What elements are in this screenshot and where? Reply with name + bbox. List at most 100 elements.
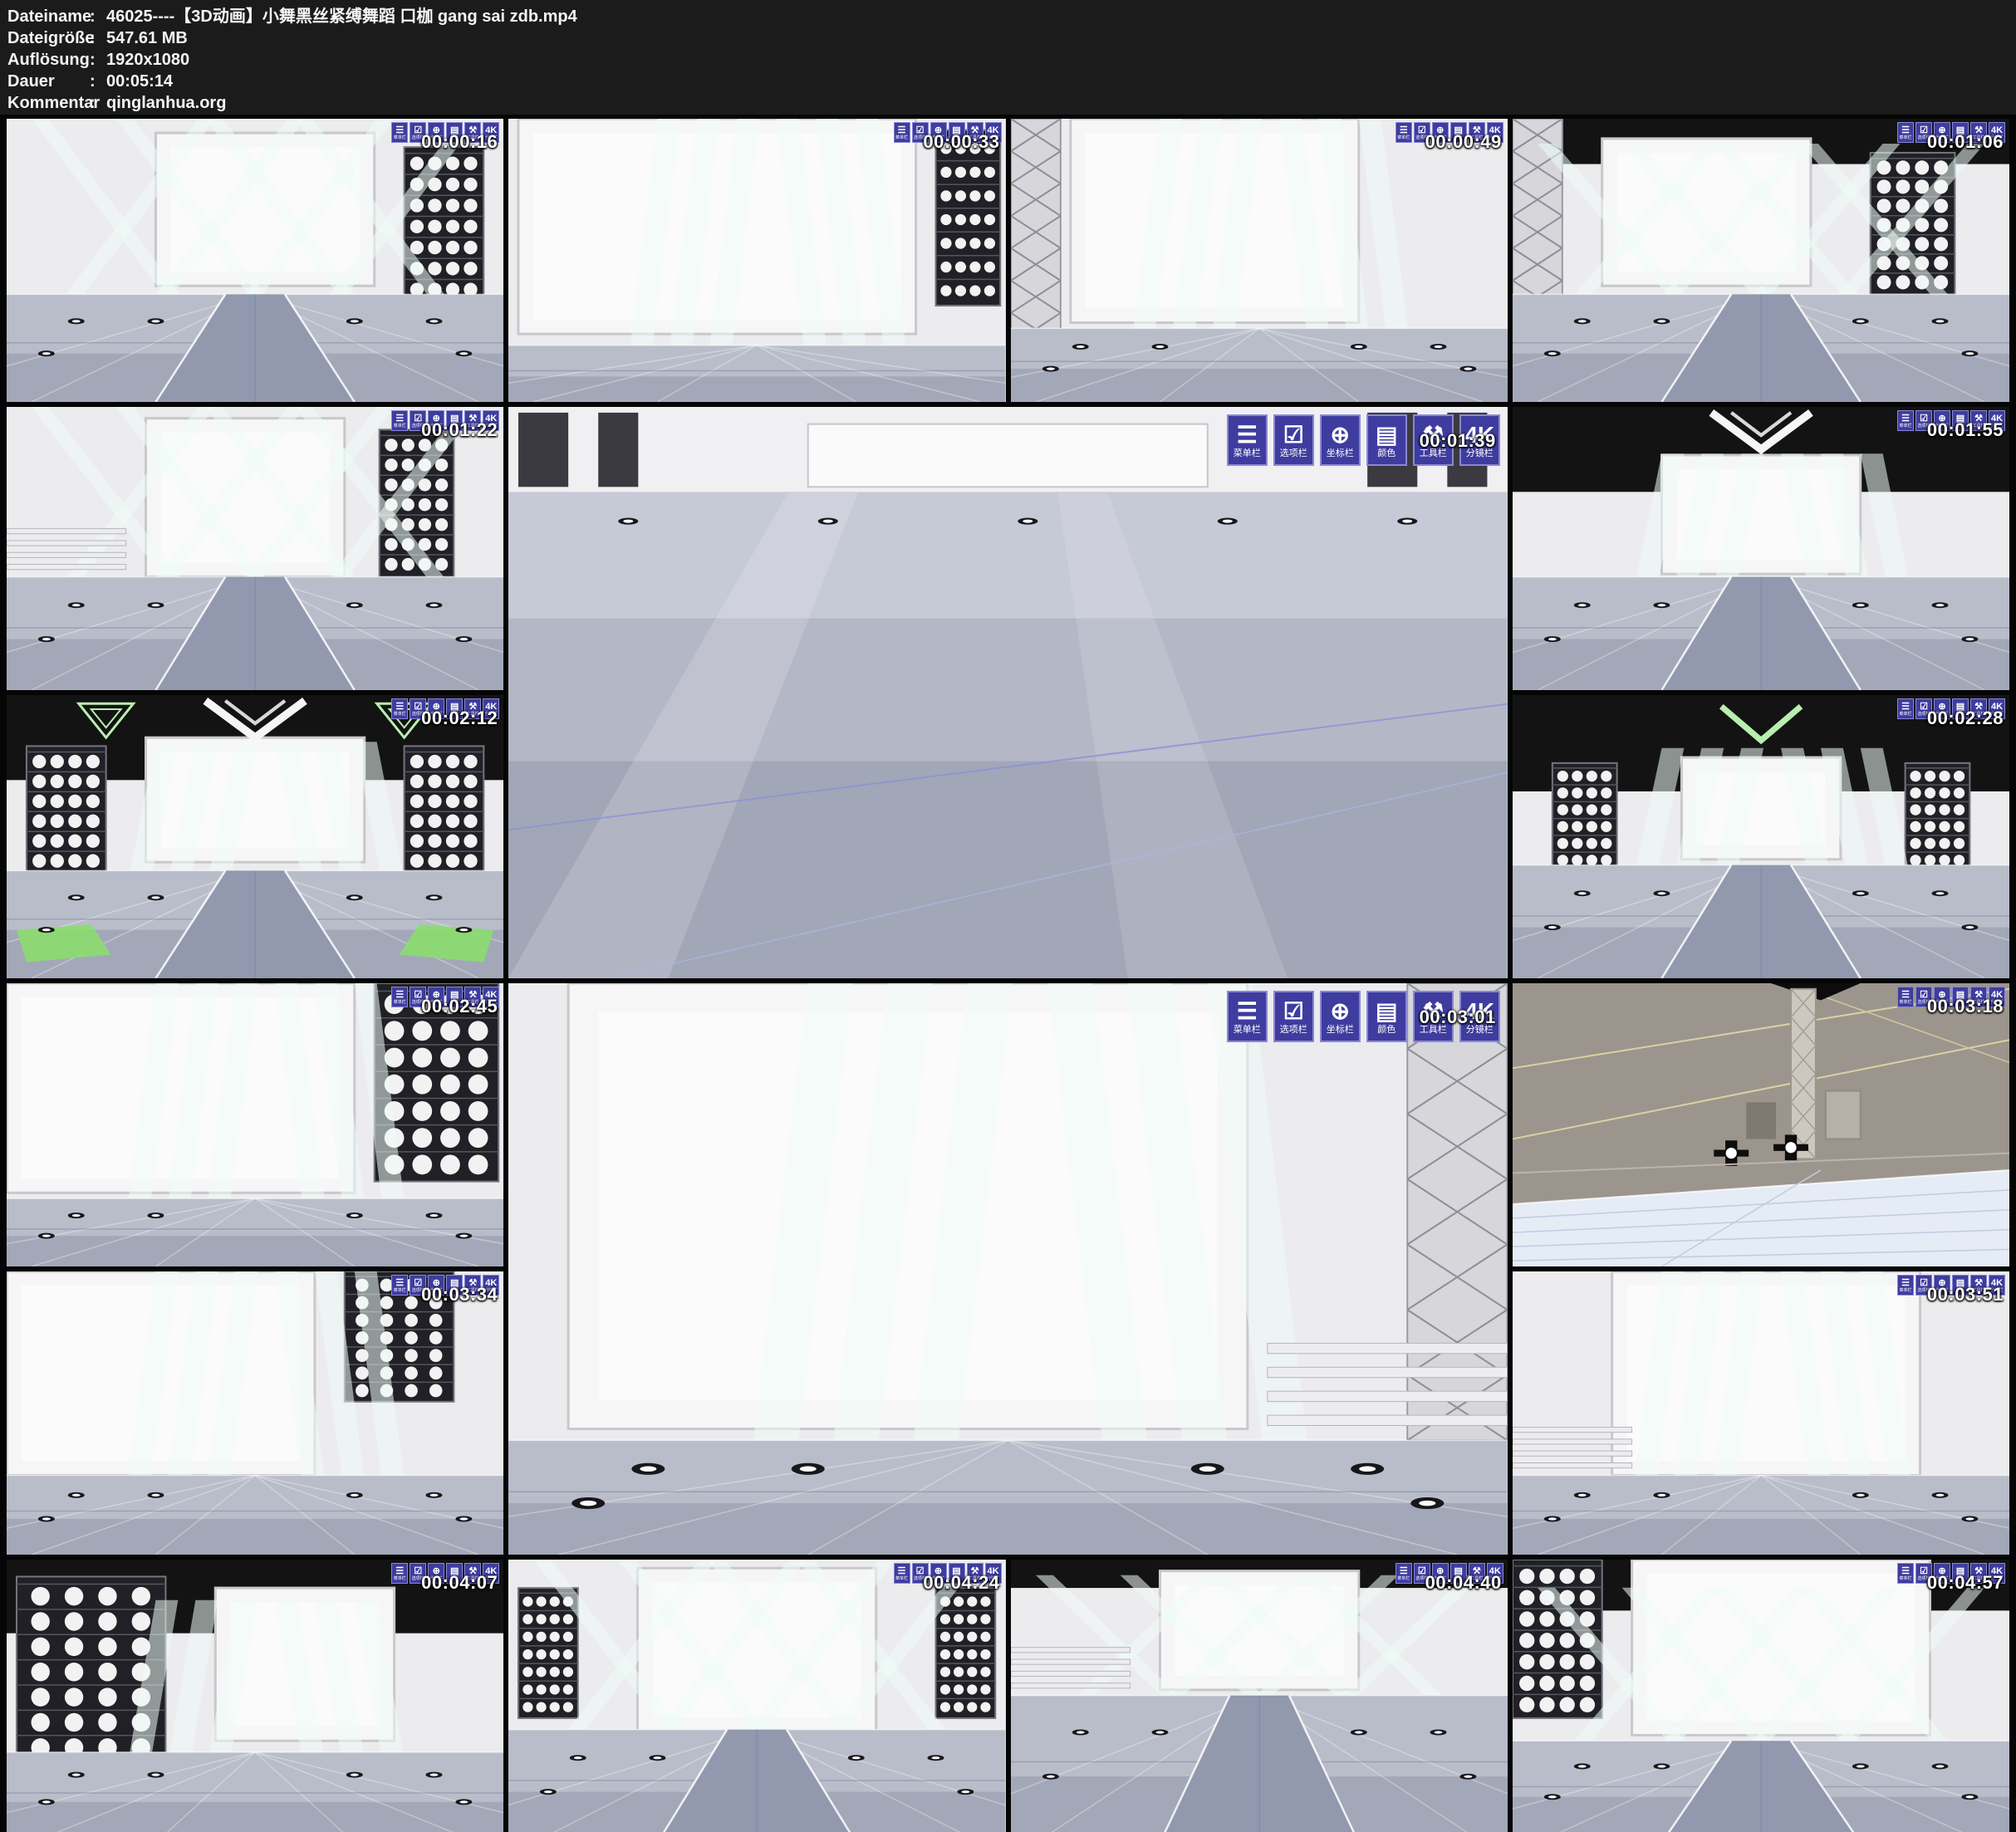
meta-label: Kommentar xyxy=(7,92,90,114)
video-thumbnail-tile-11: ☰ 菜单栏 ☑ 选项栏 ⊕ 坐标栏 ▤ 颜色 ⚒ 工具栏 4K 分镜栏 00:0… xyxy=(508,983,1508,1555)
video-thumbnail-tile-2: ☰ 菜单栏 ☑ 选项栏 ⊕ 坐标栏 ▤ 颜色 ⚒ 工具栏 4K 分镜栏 00:0… xyxy=(508,119,1005,402)
menu-bar-icon: ☰ 菜单栏 xyxy=(894,1563,910,1584)
menu-bar-icon: ☰ 菜单栏 xyxy=(1897,698,1914,719)
meta-colon: : xyxy=(90,71,106,92)
frame-timestamp: 00:04:57 xyxy=(1927,1572,2004,1594)
meta-label: Dateigröße xyxy=(7,27,90,49)
frame-timestamp: 00:01:55 xyxy=(1927,419,2004,441)
menu-bar-icon: ☰ 菜单栏 xyxy=(894,122,910,143)
video-thumbnail-tile-10: ☰ 菜单栏 ☑ 选项栏 ⊕ 坐标栏 ▤ 颜色 ⚒ 工具栏 4K 分镜栏 00:0… xyxy=(7,983,503,1266)
menu-bar-icon: ☰ 菜单栏 xyxy=(1227,414,1268,466)
coordinates-bar-icon: ⊕ 坐标栏 xyxy=(1320,991,1361,1042)
stage-scene-image xyxy=(508,119,1005,402)
meta-value: 00:05:14 xyxy=(106,71,173,92)
video-thumbnail-tile-16: ☰ 菜单栏 ☑ 选项栏 ⊕ 坐标栏 ▤ 颜色 ⚒ 工具栏 4K 分镜栏 00:0… xyxy=(508,1560,1005,1832)
frame-timestamp: 00:04:40 xyxy=(1425,1572,1502,1594)
frame-timestamp: 00:01:06 xyxy=(1927,131,2004,153)
file-metadata-header: Dateiname : 46025----【3D动画】小舞黑丝紧缚舞蹈 口枷 g… xyxy=(0,0,2016,115)
video-thumbnail-tile-14: ☰ 菜单栏 ☑ 选项栏 ⊕ 坐标栏 ▤ 颜色 ⚒ 工具栏 4K 分镜栏 00:0… xyxy=(1513,1271,2009,1555)
meta-label: Auflösung xyxy=(7,49,90,71)
frame-timestamp: 00:00:49 xyxy=(1425,131,1502,153)
menu-bar-icon: ☰ 菜单栏 xyxy=(391,410,408,431)
frame-timestamp: 00:04:24 xyxy=(923,1572,999,1594)
stage-scene-image xyxy=(1513,1560,2009,1832)
meta-colon: : xyxy=(90,27,106,49)
video-thumbnail-tile-8: ☰ 菜单栏 ☑ 选项栏 ⊕ 坐标栏 ▤ 颜色 ⚒ 工具栏 4K 分镜栏 00:0… xyxy=(7,695,503,978)
menu-bar-icon: ☰ 菜单栏 xyxy=(391,1563,408,1584)
color-icon: ▤ 颜色 xyxy=(1366,991,1407,1042)
menu-bar-icon: ☰ 菜单栏 xyxy=(1396,1563,1412,1584)
menu-bar-icon: ☰ 菜单栏 xyxy=(391,698,408,719)
video-thumbnail-tile-6: ☰ 菜单栏 ☑ 选项栏 ⊕ 坐标栏 ▤ 颜色 ⚒ 工具栏 4K 分镜栏 00:0… xyxy=(508,407,1508,978)
frame-timestamp: 00:03:18 xyxy=(1927,996,2004,1017)
frame-timestamp: 00:00:16 xyxy=(421,131,498,153)
options-bar-icon: ☑ 选项栏 xyxy=(1273,991,1314,1042)
stage-scene-image xyxy=(508,1560,1005,1832)
meta-row: Kommentar : qinglanhua.org xyxy=(7,92,2016,114)
frame-timestamp: 00:00:33 xyxy=(923,131,999,153)
video-thumbnail-tile-18: ☰ 菜单栏 ☑ 选项栏 ⊕ 坐标栏 ▤ 颜色 ⚒ 工具栏 4K 分镜栏 00:0… xyxy=(1513,1560,2009,1832)
menu-bar-icon: ☰ 菜单栏 xyxy=(1897,410,1914,431)
menu-bar-icon: ☰ 菜单栏 xyxy=(1897,122,1914,143)
video-thumbnail-tile-13: ☰ 菜单栏 ☑ 选项栏 ⊕ 坐标栏 ▤ 颜色 ⚒ 工具栏 4K 分镜栏 00:0… xyxy=(7,1271,503,1555)
meta-label: Dateiname xyxy=(7,6,90,27)
stage-scene-image xyxy=(1513,983,2009,1266)
frame-timestamp: 00:04:07 xyxy=(421,1572,498,1594)
video-thumbnail-tile-1: ☰ 菜单栏 ☑ 选项栏 ⊕ 坐标栏 ▤ 颜色 ⚒ 工具栏 4K 分镜栏 00:0… xyxy=(7,119,503,402)
coordinates-bar-icon: ⊕ 坐标栏 xyxy=(1320,414,1361,466)
video-thumbnail-tile-3: ☰ 菜单栏 ☑ 选项栏 ⊕ 坐标栏 ▤ 颜色 ⚒ 工具栏 4K 分镜栏 00:0… xyxy=(1011,119,1508,402)
frame-timestamp: 00:02:12 xyxy=(421,708,498,729)
meta-label: Dauer xyxy=(7,71,90,92)
thumbnail-grid: ☰ 菜单栏 ☑ 选项栏 ⊕ 坐标栏 ▤ 颜色 ⚒ 工具栏 4K 分镜栏 00:0… xyxy=(7,119,2009,1832)
frame-timestamp: 00:03:51 xyxy=(1927,1284,2004,1305)
options-bar-icon: ☑ 选项栏 xyxy=(1273,414,1314,466)
menu-bar-icon: ☰ 菜单栏 xyxy=(391,1275,408,1296)
video-thumbnail-tile-9: ☰ 菜单栏 ☑ 选项栏 ⊕ 坐标栏 ▤ 颜色 ⚒ 工具栏 4K 分镜栏 00:0… xyxy=(1513,695,2009,978)
menu-bar-icon: ☰ 菜单栏 xyxy=(391,122,408,143)
menu-bar-icon: ☰ 菜单栏 xyxy=(1396,122,1412,143)
color-icon: ▤ 颜色 xyxy=(1366,414,1407,466)
meta-row: Dauer : 00:05:14 xyxy=(7,71,2016,92)
stage-scene-image xyxy=(1011,1560,1508,1832)
stage-scene-image xyxy=(1513,119,2009,402)
meta-value: 1920x1080 xyxy=(106,49,189,71)
stage-scene-image xyxy=(1011,119,1508,402)
meta-colon: : xyxy=(90,49,106,71)
frame-timestamp: 00:01:22 xyxy=(421,419,498,441)
meta-row: Auflösung : 1920x1080 xyxy=(7,49,2016,71)
stage-scene-image xyxy=(1513,1271,2009,1555)
meta-value: qinglanhua.org xyxy=(106,92,226,114)
frame-timestamp: 00:02:28 xyxy=(1927,708,2004,729)
frame-timestamp: 00:03:34 xyxy=(421,1284,498,1305)
menu-bar-icon: ☰ 菜单栏 xyxy=(1897,1563,1914,1584)
stage-scene-image xyxy=(7,119,503,402)
menu-bar-icon: ☰ 菜单栏 xyxy=(1227,991,1268,1042)
frame-timestamp: 00:02:45 xyxy=(421,996,498,1017)
video-contact-sheet: Dateiname : 46025----【3D动画】小舞黑丝紧缚舞蹈 口枷 g… xyxy=(0,0,2016,1832)
menu-bar-icon: ☰ 菜单栏 xyxy=(1897,987,1914,1007)
stage-scene-image xyxy=(7,407,503,690)
frame-timestamp: 00:03:01 xyxy=(1420,1007,1496,1028)
video-thumbnail-tile-12: ☰ 菜单栏 ☑ 选项栏 ⊕ 坐标栏 ▤ 颜色 ⚒ 工具栏 4K 分镜栏 00:0… xyxy=(1513,983,2009,1266)
video-thumbnail-tile-15: ☰ 菜单栏 ☑ 选项栏 ⊕ 坐标栏 ▤ 颜色 ⚒ 工具栏 4K 分镜栏 00:0… xyxy=(7,1560,503,1832)
menu-bar-icon: ☰ 菜单栏 xyxy=(1897,1275,1914,1296)
stage-scene-image xyxy=(7,1271,503,1555)
meta-colon: : xyxy=(90,6,106,27)
stage-scene-image xyxy=(1513,695,2009,978)
video-thumbnail-tile-4: ☰ 菜单栏 ☑ 选项栏 ⊕ 坐标栏 ▤ 颜色 ⚒ 工具栏 4K 分镜栏 00:0… xyxy=(1513,119,2009,402)
frame-timestamp: 00:01:39 xyxy=(1420,430,1496,452)
stage-scene-image xyxy=(508,983,1508,1555)
menu-bar-icon: ☰ 菜单栏 xyxy=(391,987,408,1007)
meta-value: 46025----【3D动画】小舞黑丝紧缚舞蹈 口枷 gang sai zdb.… xyxy=(106,6,577,27)
video-thumbnail-tile-5: ☰ 菜单栏 ☑ 选项栏 ⊕ 坐标栏 ▤ 颜色 ⚒ 工具栏 4K 分镜栏 00:0… xyxy=(7,407,503,690)
stage-scene-image xyxy=(7,695,503,978)
meta-row: Dateigröße : 547.61 MB xyxy=(7,27,2016,49)
stage-scene-image xyxy=(1513,407,2009,690)
video-thumbnail-tile-17: ☰ 菜单栏 ☑ 选项栏 ⊕ 坐标栏 ▤ 颜色 ⚒ 工具栏 4K 分镜栏 00:0… xyxy=(1011,1560,1508,1832)
stage-scene-image xyxy=(508,407,1508,978)
stage-scene-image xyxy=(7,1560,503,1832)
video-thumbnail-tile-7: ☰ 菜单栏 ☑ 选项栏 ⊕ 坐标栏 ▤ 颜色 ⚒ 工具栏 4K 分镜栏 00:0… xyxy=(1513,407,2009,690)
meta-colon: : xyxy=(90,92,106,114)
stage-scene-image xyxy=(7,983,503,1266)
meta-row: Dateiname : 46025----【3D动画】小舞黑丝紧缚舞蹈 口枷 g… xyxy=(7,6,2016,27)
